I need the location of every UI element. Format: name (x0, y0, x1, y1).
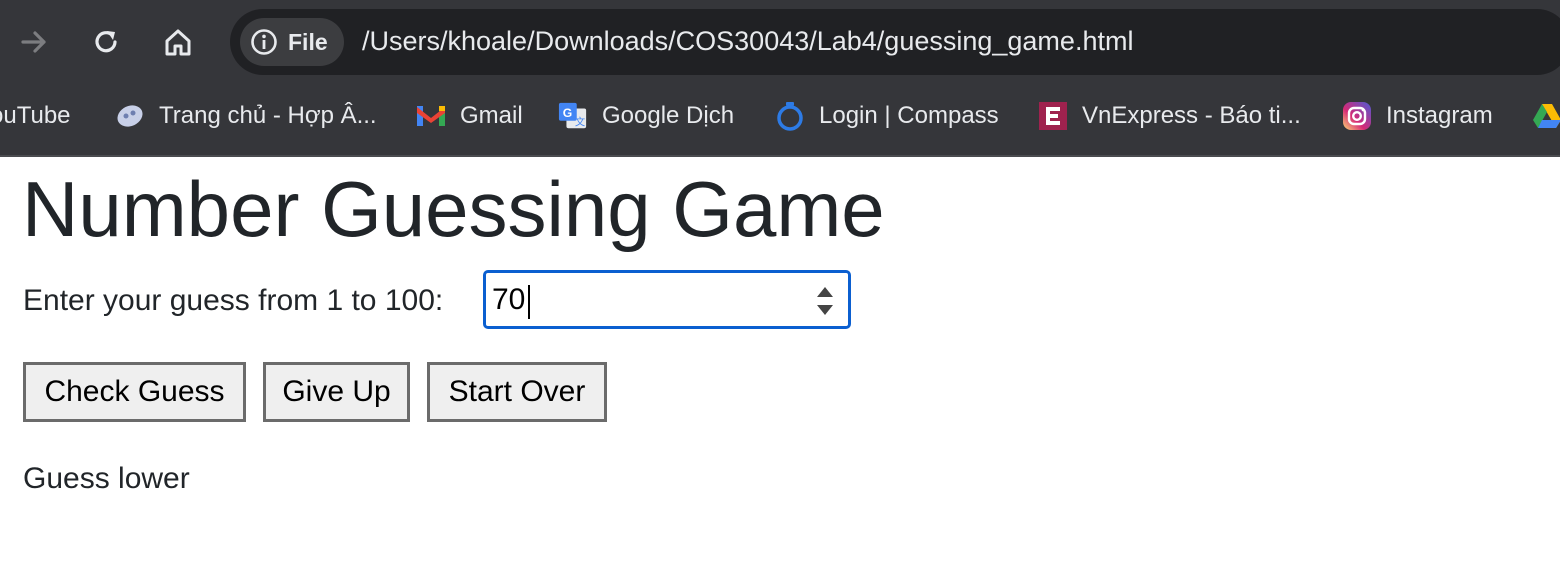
forward-button[interactable] (10, 18, 58, 66)
reload-button[interactable] (82, 18, 130, 66)
info-icon (251, 29, 277, 55)
instagram-icon (1342, 101, 1372, 131)
bookmark-google-drive[interactable] (1532, 96, 1560, 136)
compass-icon (775, 101, 805, 131)
guess-input-value: 70 (492, 283, 526, 316)
start-over-button[interactable]: Start Over (427, 362, 607, 422)
bookmark-label: Instagram (1386, 102, 1493, 129)
site-chip-label: File (288, 28, 328, 55)
check-guess-button[interactable]: Check Guess (23, 362, 246, 422)
bookmark-compass[interactable]: Login | Compass (775, 96, 999, 136)
guess-label: Enter your guess from 1 to 100: (23, 284, 444, 317)
svg-text:G: G (563, 106, 572, 120)
bookmark-google-translate[interactable]: G 文 Google Dịch (558, 96, 734, 136)
site-info-chip[interactable]: File (240, 18, 344, 66)
bookmark-label: Trang chủ - Hợp Â... (159, 102, 377, 129)
bookmark-label: VnExpress - Báo ti... (1082, 102, 1301, 129)
vnexpress-icon (1038, 101, 1068, 131)
feedback-message: Guess lower (23, 462, 190, 495)
bookmark-label: ouTube (0, 102, 71, 129)
bookmarks-bar: ouTube Trang chủ - Hợp Â... Gmail (0, 96, 1560, 136)
arrow-right-icon (21, 31, 46, 53)
browser-toolbar: File /Users/khoale/Downloads/COS30043/La… (0, 0, 1560, 157)
gmail-icon (416, 101, 446, 131)
spinner-down-icon[interactable] (817, 305, 833, 315)
svg-text:文: 文 (575, 115, 585, 128)
hop-am-icon (115, 101, 145, 131)
reload-icon (95, 31, 117, 53)
bookmark-hop-am[interactable]: Trang chủ - Hợp Â... (115, 96, 377, 136)
guess-input[interactable]: 70 (483, 270, 851, 329)
number-spinner[interactable] (814, 279, 840, 321)
home-icon (165, 29, 191, 56)
google-drive-icon (1532, 101, 1560, 131)
bookmark-gmail[interactable]: Gmail (416, 96, 523, 136)
toolbar-divider (0, 155, 1560, 157)
page-title: Number Guessing Game (22, 165, 885, 253)
text-caret (528, 285, 530, 319)
spinner-up-icon[interactable] (817, 287, 833, 297)
bookmark-label: Gmail (460, 102, 523, 129)
give-up-button[interactable]: Give Up (263, 362, 410, 422)
google-translate-icon: G 文 (558, 101, 588, 131)
bookmark-instagram[interactable]: Instagram (1342, 96, 1493, 136)
bookmark-vnexpress[interactable]: VnExpress - Báo ti... (1038, 96, 1301, 136)
bookmark-youtube[interactable]: ouTube (0, 96, 71, 136)
url-text[interactable]: /Users/khoale/Downloads/COS30043/Lab4/gu… (362, 26, 1133, 57)
address-bar[interactable]: File /Users/khoale/Downloads/COS30043/La… (230, 9, 1560, 75)
bookmark-label: Google Dịch (602, 102, 735, 129)
bookmark-label: Login | Compass (819, 102, 999, 129)
home-button[interactable] (154, 18, 202, 66)
